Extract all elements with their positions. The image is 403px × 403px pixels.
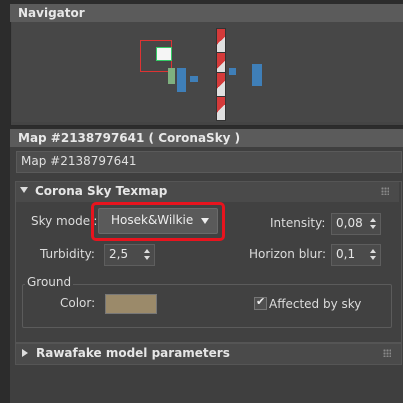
navigator-node[interactable] xyxy=(190,76,198,82)
spinner-down-icon[interactable] xyxy=(144,256,150,260)
spinner-up-icon[interactable] xyxy=(144,249,150,253)
navigator-node-bitmap[interactable] xyxy=(216,28,226,53)
map-name-field[interactable]: Map #2138797641 xyxy=(16,151,402,173)
navigator-node[interactable] xyxy=(177,68,186,92)
expand-icon xyxy=(22,349,28,357)
ground-group-label: Ground xyxy=(25,275,74,289)
turbidity-label: Turbidity: xyxy=(40,247,95,261)
navigator-node[interactable] xyxy=(252,64,262,86)
ground-color-swatch[interactable] xyxy=(105,294,157,314)
intensity-label: Intensity: xyxy=(270,216,326,230)
navigator-node[interactable] xyxy=(168,68,175,84)
navigator-node[interactable] xyxy=(229,68,236,75)
spinner-down-icon[interactable] xyxy=(370,225,376,229)
grip-dots-icon xyxy=(381,187,389,195)
navigator-title-bar[interactable]: Navigator xyxy=(10,4,403,22)
sky-model-label: Sky model: xyxy=(31,214,98,228)
navigator-node-bitmap[interactable] xyxy=(216,72,226,97)
rollout-header[interactable]: Corona Sky Texmap xyxy=(16,182,399,202)
intensity-spinner[interactable]: 0,08 xyxy=(331,213,381,235)
turbidity-value: 2,5 xyxy=(109,247,129,261)
navigator-selected-node[interactable] xyxy=(156,47,172,61)
rollout-title: Corona Sky Texmap xyxy=(35,184,168,198)
rawafake-rollout-header[interactable]: Rawafake model parameters xyxy=(15,343,402,365)
checkmark-icon: ✔ xyxy=(256,295,266,308)
collapse-icon xyxy=(20,187,28,193)
map-name-value: Map #2138797641 xyxy=(21,154,137,168)
highlight-annotation xyxy=(91,202,225,241)
navigator-node-bitmap[interactable] xyxy=(216,96,226,121)
affected-by-sky-label: Affected by sky xyxy=(269,297,362,311)
horizon-blur-value: 0,1 xyxy=(336,247,356,261)
navigator-title: Navigator xyxy=(18,6,85,20)
spinner-up-icon[interactable] xyxy=(370,218,376,222)
horizon-blur-label: Horizon blur: xyxy=(249,247,327,261)
rollout2-title: Rawafake model parameters xyxy=(36,346,230,360)
affected-by-sky-checkbox[interactable]: ✔ xyxy=(254,295,267,310)
spinner-up-icon[interactable] xyxy=(370,249,376,253)
grip-dots-icon xyxy=(383,349,391,357)
material-title: Map #2138797641 ( CoronaSky ) xyxy=(18,131,241,145)
navigator-canvas[interactable] xyxy=(12,22,403,122)
intensity-value: 0,08 xyxy=(336,216,363,230)
horizon-blur-spinner[interactable]: 0,1 xyxy=(331,244,381,266)
turbidity-spinner[interactable]: 2,5 xyxy=(104,244,155,266)
spinner-down-icon[interactable] xyxy=(370,256,376,260)
material-title-bar[interactable]: Map #2138797641 ( CoronaSky ) xyxy=(10,129,403,147)
color-label: Color: xyxy=(60,296,96,310)
